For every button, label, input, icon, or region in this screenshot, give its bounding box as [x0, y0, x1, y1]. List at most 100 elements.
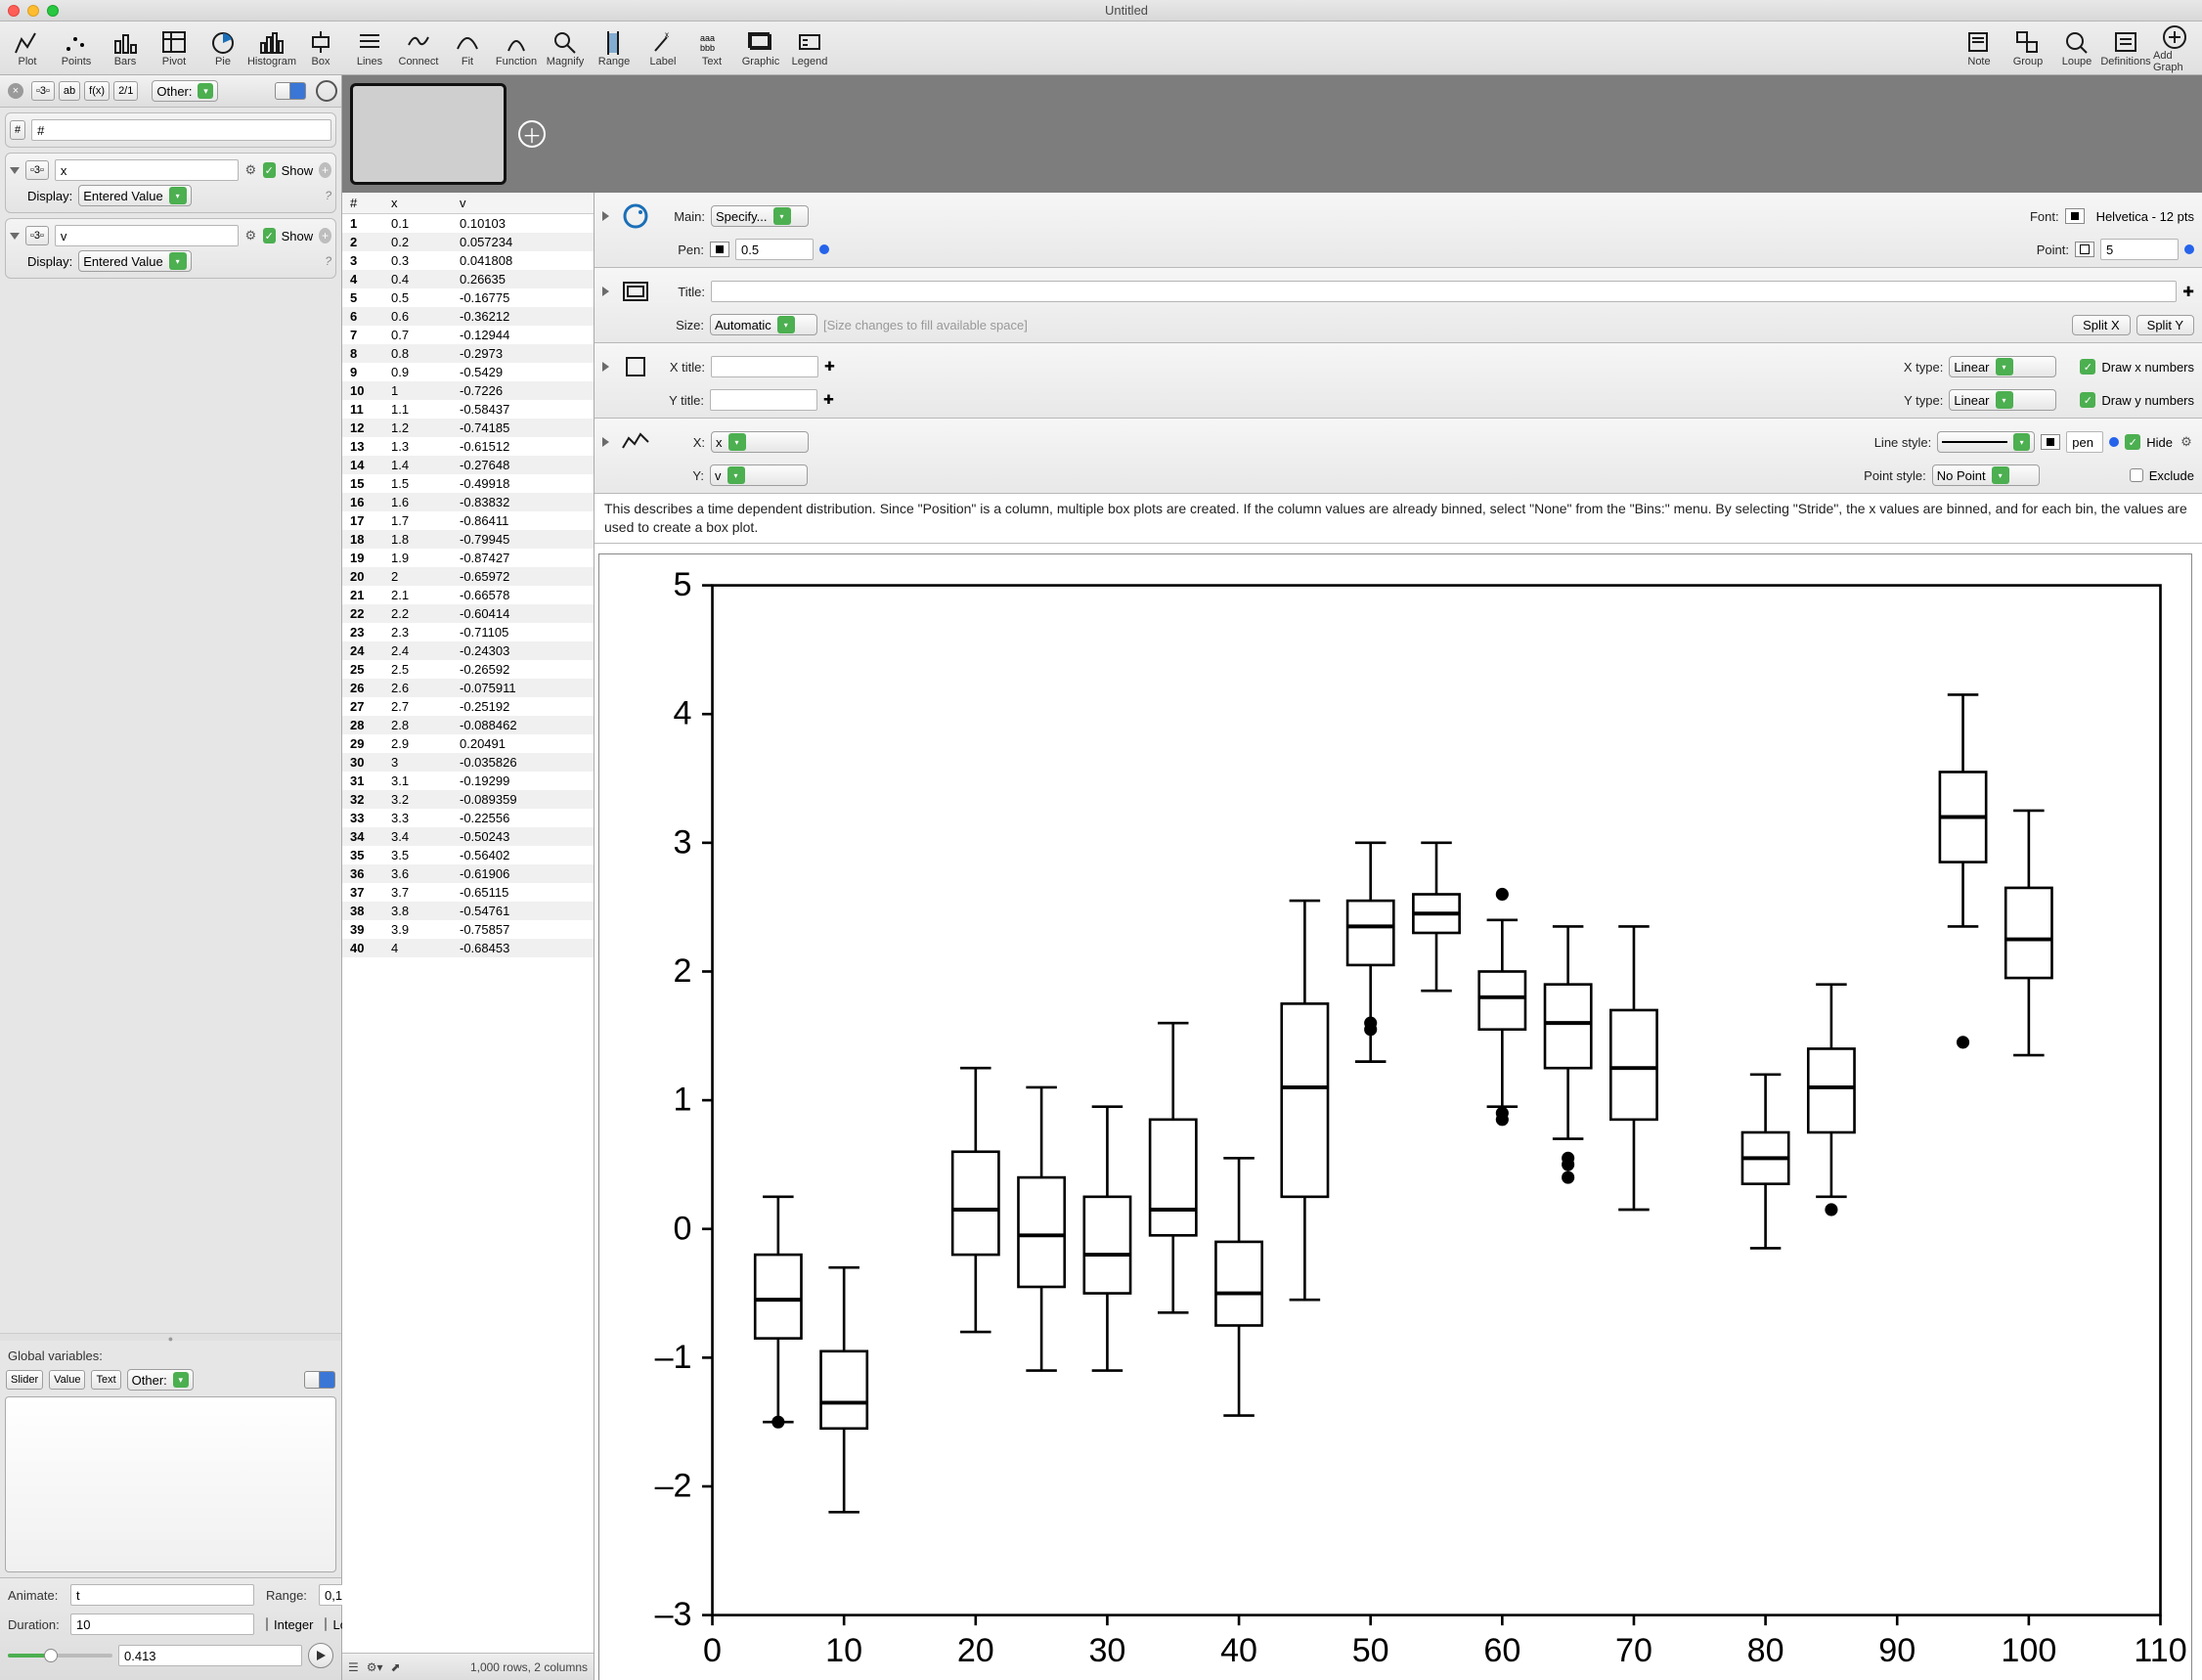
var-name-input[interactable] — [55, 225, 239, 246]
table-row[interactable]: 242.4-0.24303 — [342, 641, 594, 660]
table-row[interactable]: 323.2-0.089359 — [342, 790, 594, 809]
window-minimize[interactable] — [27, 5, 39, 17]
var-name-input[interactable] — [55, 159, 239, 181]
close-panel-icon[interactable]: × — [8, 83, 23, 99]
point-color-swatch[interactable] — [2075, 242, 2094, 257]
data-table[interactable]: #xv 10.10.1010320.20.05723430.30.0418084… — [342, 193, 594, 1653]
table-tool-icon[interactable]: ☰ — [348, 1660, 359, 1674]
disclosure-icon[interactable] — [10, 167, 20, 174]
table-row[interactable]: 121.2-0.74185 — [342, 419, 594, 437]
tool-bars[interactable]: Bars — [104, 29, 147, 67]
pen-input[interactable] — [735, 239, 814, 260]
table-row[interactable]: 141.4-0.27648 — [342, 456, 594, 474]
view-detail-icon[interactable] — [290, 82, 306, 100]
mode-number[interactable]: ▫3▫ — [31, 81, 55, 101]
xtitle-add-icon[interactable]: ✚ — [824, 359, 835, 375]
tool-range[interactable]: Range — [593, 29, 636, 67]
table-row[interactable]: 10.10.10103 — [342, 214, 594, 234]
chart-area[interactable]: –3–2–10123450102030405060708090100110 — [595, 544, 2202, 1680]
tool-definitions[interactable]: Definitions — [2104, 29, 2147, 67]
table-header[interactable]: v — [452, 193, 594, 214]
gv-other-select[interactable]: Other: ▾ — [127, 1369, 194, 1391]
add-page-button[interactable]: ＋ — [518, 120, 546, 148]
table-row[interactable]: 363.6-0.61906 — [342, 864, 594, 883]
table-row[interactable]: 404-0.68453 — [342, 939, 594, 957]
loop-checkbox[interactable] — [325, 1617, 327, 1631]
point-stepper[interactable] — [2184, 244, 2194, 254]
gv-value-button[interactable]: Value — [49, 1370, 85, 1390]
show-checkbox[interactable]: ✓ — [263, 228, 276, 243]
window-close[interactable] — [8, 5, 20, 17]
disclosure-icon[interactable] — [602, 211, 609, 221]
table-header[interactable]: x — [383, 193, 452, 214]
tool-group[interactable]: Group — [2006, 29, 2049, 67]
table-export-icon[interactable]: ⬈ — [391, 1660, 401, 1674]
gear-icon[interactable]: ⚙ — [244, 162, 257, 178]
table-row[interactable]: 272.7-0.25192 — [342, 697, 594, 716]
main-select[interactable]: Specify...▾ — [711, 205, 809, 227]
time-slider[interactable] — [8, 1654, 112, 1658]
hash-input[interactable] — [31, 119, 331, 141]
view-list-icon[interactable] — [275, 82, 290, 100]
line-color-swatch[interactable] — [2041, 434, 2060, 450]
table-row[interactable]: 111.1-0.58437 — [342, 400, 594, 419]
table-row[interactable]: 313.1-0.19299 — [342, 772, 594, 790]
table-row[interactable]: 292.90.20491 — [342, 734, 594, 753]
table-row[interactable]: 60.6-0.36212 — [342, 307, 594, 326]
table-row[interactable]: 333.3-0.22556 — [342, 809, 594, 827]
xtype-select[interactable]: Linear▾ — [1949, 356, 2056, 377]
table-row[interactable]: 303-0.035826 — [342, 753, 594, 772]
var-type-icon[interactable]: ▫3▫ — [25, 160, 49, 180]
table-row[interactable]: 222.2-0.60414 — [342, 604, 594, 623]
table-row[interactable]: 131.3-0.61512 — [342, 437, 594, 456]
hash-type-icon[interactable]: # — [10, 120, 25, 140]
play-button[interactable] — [308, 1643, 333, 1668]
mode-ab[interactable]: ab — [59, 81, 80, 101]
series-gear-icon[interactable]: ⚙ — [2179, 434, 2194, 450]
tool-legend[interactable]: Legend — [788, 29, 831, 67]
mode-21[interactable]: 2/1 — [113, 81, 138, 101]
table-row[interactable]: 202-0.65972 — [342, 567, 594, 586]
linestyle-select[interactable]: ▾ — [1937, 431, 2035, 453]
table-row[interactable]: 181.8-0.79945 — [342, 530, 594, 549]
table-row[interactable]: 40.40.26635 — [342, 270, 594, 288]
pointstyle-select[interactable]: No Point▾ — [1932, 464, 2040, 486]
pen-field[interactable] — [2066, 431, 2103, 453]
table-gear-icon[interactable]: ⚙▾ — [367, 1660, 383, 1674]
gv-text-button[interactable]: Text — [91, 1370, 120, 1390]
pen-color-swatch[interactable] — [710, 242, 729, 257]
mode-fx[interactable]: f(x) — [84, 81, 110, 101]
table-row[interactable]: 232.3-0.71105 — [342, 623, 594, 641]
table-row[interactable]: 282.8-0.088462 — [342, 716, 594, 734]
hide-checkbox[interactable]: ✓ — [2125, 434, 2140, 450]
drawx-checkbox[interactable]: ✓ — [2080, 359, 2095, 375]
tool-loupe[interactable]: Loupe — [2055, 29, 2098, 67]
tool-plot[interactable]: Plot — [6, 29, 49, 67]
table-row[interactable]: 373.7-0.65115 — [342, 883, 594, 902]
page-thumbnail-1[interactable] — [350, 83, 506, 185]
speaker-icon[interactable] — [316, 80, 337, 102]
exclude-checkbox[interactable] — [2130, 468, 2143, 482]
table-header[interactable]: # — [342, 193, 383, 214]
title-add-icon[interactable]: ✚ — [2182, 284, 2194, 300]
gv-view2-icon[interactable] — [320, 1371, 335, 1389]
table-row[interactable]: 212.1-0.66578 — [342, 586, 594, 604]
table-row[interactable]: 151.5-0.49918 — [342, 474, 594, 493]
table-row[interactable]: 343.4-0.50243 — [342, 827, 594, 846]
size-select[interactable]: Automatic▾ — [710, 314, 817, 335]
tool-fit[interactable]: Fit — [446, 29, 489, 67]
tool-function[interactable]: Function — [495, 29, 538, 67]
table-row[interactable]: 80.8-0.2973 — [342, 344, 594, 363]
drawy-checkbox[interactable]: ✓ — [2080, 392, 2095, 408]
table-row[interactable]: 30.30.041808 — [342, 251, 594, 270]
disclosure-icon[interactable] — [602, 362, 609, 372]
help-icon[interactable]: ? — [325, 189, 331, 202]
gear-icon[interactable]: ⚙ — [244, 228, 257, 243]
display-select[interactable]: Entered Value▾ — [78, 185, 191, 206]
disclosure-icon[interactable] — [602, 437, 609, 447]
tool-connect[interactable]: Connect — [397, 29, 440, 67]
font-color-swatch[interactable] — [2065, 208, 2085, 224]
add-icon[interactable]: + — [319, 162, 331, 178]
animate-input[interactable] — [70, 1584, 254, 1606]
ytitle-add-icon[interactable]: ✚ — [823, 392, 834, 408]
